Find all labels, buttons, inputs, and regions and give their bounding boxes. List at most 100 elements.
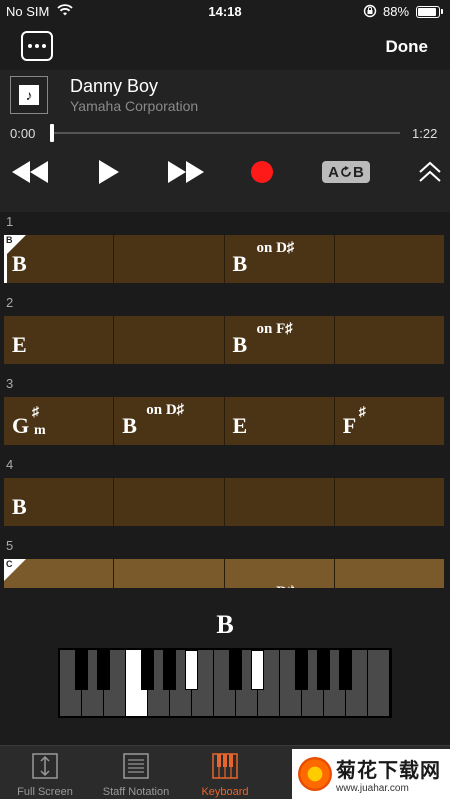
chord-symbol: G ♯ m bbox=[12, 405, 46, 439]
chord-cell[interactable]: E bbox=[4, 316, 115, 364]
battery-tip bbox=[441, 9, 443, 14]
black-key bbox=[75, 650, 88, 690]
black-key bbox=[317, 650, 330, 690]
watermark-logo: 菊花下载网 www.juahar.com bbox=[292, 749, 450, 799]
chord-cell[interactable] bbox=[225, 478, 335, 526]
chord-cell[interactable] bbox=[114, 235, 225, 283]
more-dot bbox=[28, 44, 32, 48]
chord-symbol: F ♯ bbox=[342, 405, 366, 439]
ab-repeat-icon: A B bbox=[322, 161, 370, 183]
chord-cell[interactable]: B bbox=[4, 478, 115, 526]
chord-cell[interactable]: F ♯ bbox=[335, 397, 444, 445]
chord-cell[interactable] bbox=[114, 559, 225, 588]
current-chord: B bbox=[216, 610, 234, 639]
more-dot bbox=[42, 44, 46, 48]
chord-cell[interactable] bbox=[335, 316, 444, 364]
play-icon bbox=[99, 160, 119, 184]
chord-row[interactable]: G ♯ m Bon D♯ E F ♯ bbox=[4, 397, 444, 445]
measure-number: 5 bbox=[6, 538, 14, 553]
tab-keyboard[interactable]: Keyboard bbox=[190, 746, 260, 799]
chord-cell[interactable]: E bbox=[225, 397, 335, 445]
player-panel: ♪ Danny Boy Yamaha Corporation 0:00 1:22… bbox=[0, 70, 450, 212]
watermark-url: www.juahar.com bbox=[336, 783, 409, 794]
keyboard-icon bbox=[212, 753, 238, 779]
watermark-name: 菊花下载网 bbox=[336, 760, 441, 782]
tab-label: Keyboard bbox=[201, 786, 249, 798]
collapse-button[interactable] bbox=[416, 158, 444, 186]
chord-cell[interactable]: Bon D♯ bbox=[114, 397, 225, 445]
chord-cell[interactable]: Bon D♯ bbox=[225, 235, 335, 283]
chord-cell[interactable] bbox=[335, 559, 444, 588]
done-button[interactable]: Done bbox=[386, 37, 429, 57]
music-note-icon: ♪ bbox=[19, 85, 39, 105]
record-button[interactable] bbox=[248, 158, 276, 186]
fast-forward-button[interactable] bbox=[164, 158, 208, 186]
chord-bass-note: on D♯ bbox=[146, 402, 185, 418]
chord-root: E bbox=[232, 413, 248, 438]
chord-root: B bbox=[232, 332, 248, 357]
chord-chart[interactable]: 1BBBon D♯2EBon F♯3G♯mBon D♯EF♯4B5Con D♯ bbox=[0, 212, 450, 588]
rotation-lock-icon bbox=[363, 4, 377, 18]
staff-notation-icon bbox=[123, 753, 149, 779]
chord-cell[interactable]: B bbox=[4, 235, 115, 283]
song-artist: Yamaha Corporation bbox=[70, 98, 199, 114]
song-artwork: ♪ bbox=[10, 76, 48, 114]
chord-cell[interactable] bbox=[4, 559, 115, 588]
total-time: 1:22 bbox=[412, 126, 438, 141]
chord-symbol: Bon D♯ bbox=[232, 240, 295, 277]
flower-logo-icon bbox=[298, 757, 332, 791]
loop-arrow-icon bbox=[341, 166, 351, 177]
rewind-button[interactable] bbox=[8, 158, 52, 186]
measure-number: 3 bbox=[6, 376, 14, 391]
chord-root: B bbox=[12, 494, 27, 519]
chord-root: B bbox=[122, 413, 137, 438]
chord-row[interactable]: B B Bon D♯ bbox=[4, 235, 444, 283]
chord-cell[interactable] bbox=[114, 478, 225, 526]
watermark-text: 菊花下载网 www.juahar.com bbox=[336, 754, 441, 794]
chord-cell[interactable]: Bon F♯ bbox=[225, 316, 335, 364]
chord-symbol: B bbox=[12, 494, 27, 520]
progress-thumb[interactable] bbox=[50, 124, 54, 142]
chord-root: F bbox=[342, 413, 357, 438]
keyboard-panel: B bbox=[0, 588, 450, 745]
chord-bass-note: on F♯ bbox=[256, 321, 293, 337]
tab-full-screen[interactable]: Full Screen bbox=[10, 746, 80, 799]
chord-row[interactable]: E Bon F♯ bbox=[4, 316, 444, 364]
chord-cell[interactable] bbox=[335, 478, 444, 526]
chord-row[interactable]: Con D♯ bbox=[4, 559, 444, 588]
top-nav: Done bbox=[0, 24, 450, 70]
black-key bbox=[163, 650, 176, 690]
ab-repeat-button[interactable]: A B bbox=[322, 158, 370, 186]
chord-cell[interactable]: on D♯ bbox=[225, 559, 335, 588]
chord-symbol: B bbox=[12, 251, 27, 277]
elapsed-time: 0:00 bbox=[10, 126, 36, 141]
fast-forward-icon bbox=[168, 161, 204, 183]
chord-cell[interactable]: G ♯ m bbox=[4, 397, 115, 445]
black-key bbox=[339, 650, 352, 690]
play-button[interactable] bbox=[94, 158, 122, 186]
piano-keyboard bbox=[58, 648, 392, 718]
black-key bbox=[229, 650, 242, 690]
chord-symbol: Bon F♯ bbox=[232, 321, 293, 358]
chord-row[interactable]: B bbox=[4, 478, 444, 526]
battery-icon bbox=[416, 6, 440, 18]
tab-label: Staff Notation bbox=[102, 786, 170, 798]
more-dot bbox=[35, 44, 39, 48]
progress-slider[interactable] bbox=[50, 124, 400, 142]
song-title: Danny Boy bbox=[70, 76, 159, 96]
rewind-icon bbox=[12, 161, 48, 183]
chord-root: E bbox=[12, 332, 27, 357]
ab-label-a: A bbox=[328, 163, 339, 181]
battery-percent: 88% bbox=[383, 4, 410, 19]
tab-label: Full Screen bbox=[17, 786, 73, 798]
chord-cell[interactable] bbox=[335, 235, 444, 283]
double-chevron-up-icon bbox=[419, 161, 441, 182]
white-key bbox=[368, 650, 390, 716]
chord-symbol: E bbox=[233, 413, 248, 439]
status-bar: No SIM 14:18 88% bbox=[0, 0, 450, 24]
more-options-button[interactable] bbox=[21, 31, 53, 61]
chord-cell[interactable] bbox=[114, 316, 225, 364]
tab-staff-notation[interactable]: Staff Notation bbox=[92, 746, 180, 799]
chord-root: B bbox=[232, 251, 248, 276]
black-key bbox=[141, 650, 154, 690]
